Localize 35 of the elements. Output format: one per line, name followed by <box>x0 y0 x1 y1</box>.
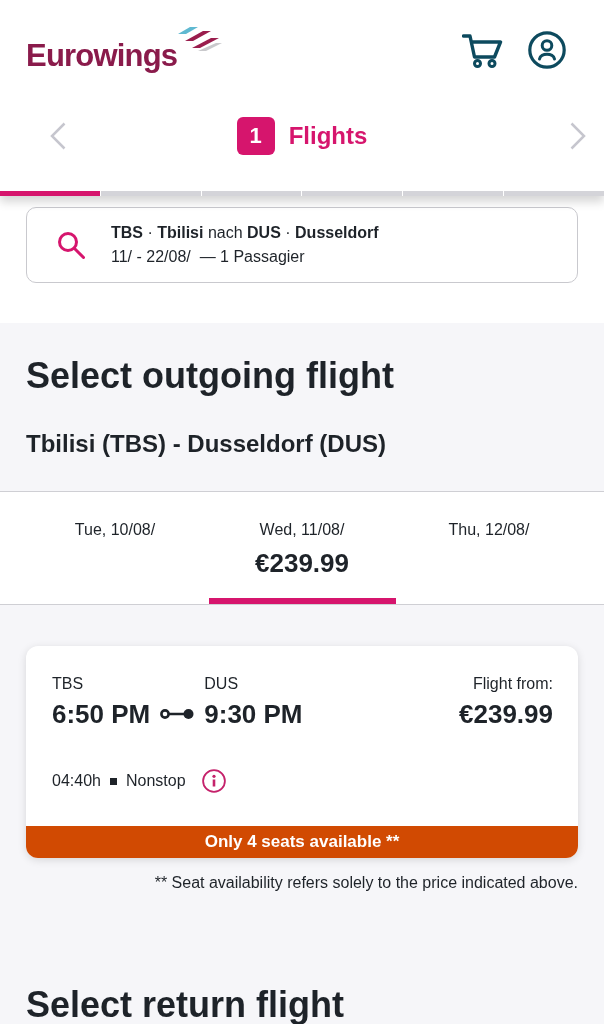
user-icon <box>528 31 566 69</box>
chevron-right-icon <box>570 121 586 150</box>
chevron-left-icon <box>50 121 66 150</box>
flight-card[interactable]: TBS DUS 6:50 PM 9:30 PM Flight from: €239.99 04:40h Nonstop Only 4 seats available ** <box>26 646 578 858</box>
trip-details-text: 11/ - 22/08/ — 1 Passagier <box>111 247 306 267</box>
search-icon <box>57 231 85 259</box>
date-tab[interactable]: Wed, 11/08/ €239.99 <box>208 492 396 604</box>
flight-price: €239.99 <box>459 698 553 730</box>
availability-banner: Only 4 seats available ** <box>26 826 578 858</box>
route-summary-text: TBS · Tbilisi nach DUS · Dusseldorf <box>111 223 379 243</box>
section-title: Select outgoing flight <box>26 354 395 398</box>
arrival-time: 9:30 PM <box>204 698 303 730</box>
route-title: Tbilisi (TBS) - Dusseldorf (DUS) <box>26 429 387 459</box>
section-title: Select return flight <box>26 987 345 1023</box>
info-button[interactable] <box>201 769 226 793</box>
cart-icon <box>462 32 503 68</box>
info-icon <box>201 769 226 793</box>
square-bullet-icon <box>109 777 117 785</box>
step-number-badge: 1 <box>236 116 275 155</box>
price-label: Flight from: <box>473 674 553 694</box>
departure-time: 6:50 PM <box>52 698 151 730</box>
wing-stripes-icon <box>178 26 223 52</box>
duration-text: 04:40h <box>52 771 101 791</box>
step-label: Flights <box>288 120 368 151</box>
route-connector-icon <box>160 708 195 720</box>
date-tab[interactable]: Tue, 10/08/ <box>21 492 209 604</box>
logo-text: Eurowings <box>26 38 178 74</box>
date-tab[interactable]: Thu, 12/08/ <box>395 492 583 604</box>
search-summary-card[interactable]: TBS · Tbilisi nach DUS · Dusseldorf 11/ - 22/08/ — 1 Passagier <box>26 207 578 283</box>
cart-button[interactable] <box>462 32 503 68</box>
account-button[interactable] <box>528 31 566 69</box>
destination-code: DUS <box>204 674 240 694</box>
footnote-text: ** Seat availability refers solely to the price indicated above. <box>153 873 578 893</box>
stops-text: Nonstop <box>125 771 186 791</box>
origin-code: TBS <box>52 674 85 694</box>
